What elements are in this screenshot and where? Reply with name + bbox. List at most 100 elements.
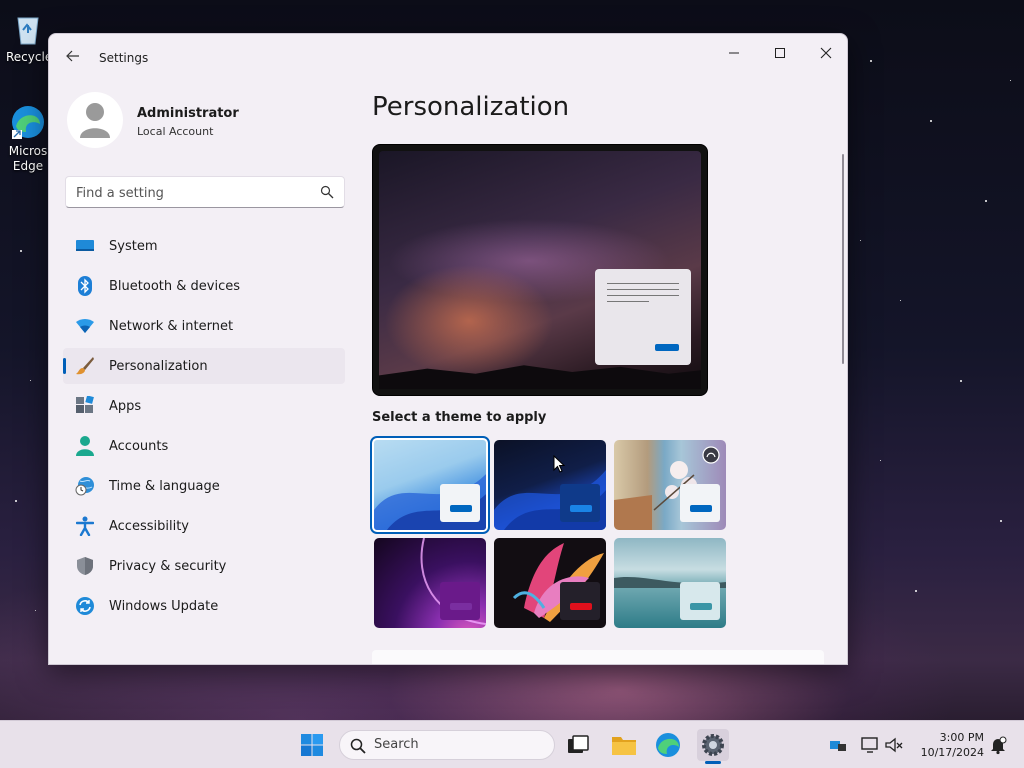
close-button[interactable] bbox=[803, 38, 847, 68]
account-type: Local Account bbox=[137, 125, 214, 138]
taskbar-search-label: Search bbox=[374, 737, 419, 752]
desktop-icon-recycle-bin[interactable]: Recycle bbox=[6, 10, 52, 64]
sidebar-item-label: Windows Update bbox=[109, 598, 219, 614]
sidebar-item-label: System bbox=[109, 238, 158, 254]
sidebar-item-accessibility[interactable]: Accessibility bbox=[63, 508, 345, 544]
sidebar-item-label: Privacy & security bbox=[109, 558, 227, 574]
find-setting-input[interactable] bbox=[76, 183, 306, 203]
user-avatar-icon bbox=[80, 103, 110, 138]
find-setting-box bbox=[65, 176, 345, 208]
theme-window-mock bbox=[680, 582, 720, 620]
sidebar-item-network[interactable]: Network & internet bbox=[63, 308, 345, 344]
theme-preview bbox=[372, 144, 708, 396]
sidebar-nav: System Bluetooth & devices Network & int… bbox=[63, 228, 345, 628]
theme-window-mock bbox=[560, 484, 600, 522]
apps-icon bbox=[75, 396, 95, 416]
theme-window-mock bbox=[560, 582, 600, 620]
maximize-icon bbox=[775, 48, 785, 58]
mouse-cursor-icon bbox=[553, 455, 565, 473]
settings-window: Settings Administrator Local Account Sys… bbox=[48, 33, 848, 665]
sidebar-item-windows-update[interactable]: Windows Update bbox=[63, 588, 345, 624]
monitor-icon bbox=[861, 737, 878, 753]
tray-display[interactable] bbox=[860, 735, 880, 755]
sidebar-item-label: Bluetooth & devices bbox=[109, 278, 240, 294]
clock-date: 10/17/2024 bbox=[920, 746, 984, 759]
accessibility-icon bbox=[75, 516, 95, 536]
task-view-button[interactable] bbox=[562, 729, 594, 761]
clock-globe-icon bbox=[75, 476, 95, 496]
theme-section-heading: Select a theme to apply bbox=[372, 410, 547, 425]
sidebar-item-apps[interactable]: Apps bbox=[63, 388, 345, 424]
minimize-button[interactable] bbox=[711, 38, 757, 68]
theme-window-mock bbox=[680, 484, 720, 522]
sidebar-item-label: Time & language bbox=[109, 478, 220, 494]
sidebar-item-system[interactable]: System bbox=[63, 228, 345, 264]
edge-icon bbox=[656, 733, 680, 757]
file-explorer-button[interactable] bbox=[608, 729, 640, 761]
arrow-left-icon bbox=[66, 50, 79, 62]
edge-button[interactable] bbox=[652, 729, 684, 761]
theme-tile-flow[interactable] bbox=[614, 538, 726, 628]
edge-icon bbox=[10, 104, 46, 140]
sidebar-item-time-language[interactable]: Time & language bbox=[63, 468, 345, 504]
notification-bell-icon bbox=[991, 736, 1007, 755]
start-icon bbox=[301, 734, 323, 756]
taskbar: Search 3:00 PM 10/17/2024 bbox=[0, 720, 1024, 768]
sidebar-item-personalization[interactable]: Personalization bbox=[63, 348, 345, 384]
accounts-icon bbox=[75, 436, 95, 456]
sidebar-item-label: Network & internet bbox=[109, 318, 234, 334]
settings-button[interactable] bbox=[697, 729, 729, 761]
search-icon[interactable] bbox=[320, 185, 334, 199]
spotlight-icon bbox=[702, 446, 720, 464]
sidebar-item-privacy-security[interactable]: Privacy & security bbox=[63, 548, 345, 584]
title-bar: Settings bbox=[49, 34, 847, 80]
desktop-icon-edge[interactable]: Micros Edge bbox=[6, 104, 50, 174]
system-icon bbox=[75, 236, 95, 256]
minimize-icon bbox=[729, 52, 739, 54]
search-icon bbox=[350, 738, 366, 754]
page-title: Personalization bbox=[372, 92, 570, 122]
wifi-icon bbox=[75, 316, 95, 336]
close-icon bbox=[820, 47, 832, 59]
sidebar-item-label: Accounts bbox=[109, 438, 169, 454]
system-clock[interactable]: 3:00 PM 10/17/2024 bbox=[914, 730, 984, 760]
bluetooth-icon bbox=[75, 276, 95, 296]
theme-tile-spotlight-flowers[interactable] bbox=[614, 440, 726, 530]
update-icon bbox=[75, 596, 95, 616]
tray-volume[interactable] bbox=[884, 735, 904, 755]
tray-app-icon bbox=[830, 741, 846, 751]
settings-icon bbox=[702, 734, 724, 756]
maximize-button[interactable] bbox=[757, 38, 803, 68]
start-button[interactable] bbox=[296, 729, 328, 761]
content-scrollbar[interactable] bbox=[842, 154, 844, 364]
file-explorer-icon bbox=[612, 737, 636, 755]
tray-meet-now[interactable] bbox=[828, 735, 848, 755]
sidebar-item-accounts[interactable]: Accounts bbox=[63, 428, 345, 464]
brush-icon bbox=[75, 356, 95, 376]
recycle-bin-icon bbox=[10, 10, 46, 46]
user-name: Administrator bbox=[137, 106, 239, 121]
sidebar-item-bluetooth[interactable]: Bluetooth & devices bbox=[63, 268, 345, 304]
theme-tile-windows-light[interactable] bbox=[370, 436, 490, 534]
back-button[interactable] bbox=[63, 48, 83, 68]
theme-tile-captured-motion[interactable] bbox=[494, 538, 606, 628]
desktop-icon-label: Micros Edge bbox=[8, 144, 48, 173]
shield-icon bbox=[75, 556, 95, 576]
taskbar-search[interactable]: Search bbox=[339, 730, 555, 760]
sidebar-item-label: Apps bbox=[109, 398, 142, 414]
running-indicator bbox=[705, 761, 721, 764]
sidebar-item-label: Personalization bbox=[109, 358, 208, 374]
preview-window-mock bbox=[595, 269, 691, 365]
theme-window-mock bbox=[440, 582, 480, 620]
avatar[interactable] bbox=[67, 92, 123, 148]
window-title: Settings bbox=[99, 51, 149, 65]
settings-card[interactable] bbox=[372, 650, 824, 664]
task-view-icon bbox=[568, 735, 589, 753]
notification-button[interactable] bbox=[988, 735, 1008, 755]
theme-tile-glow[interactable] bbox=[374, 538, 486, 628]
clock-time: 3:00 PM bbox=[939, 731, 984, 744]
theme-tile-windows-dark[interactable] bbox=[494, 440, 606, 530]
volume-muted-icon bbox=[885, 737, 903, 753]
theme-window-mock bbox=[440, 484, 480, 522]
sidebar-item-label: Accessibility bbox=[109, 518, 189, 534]
